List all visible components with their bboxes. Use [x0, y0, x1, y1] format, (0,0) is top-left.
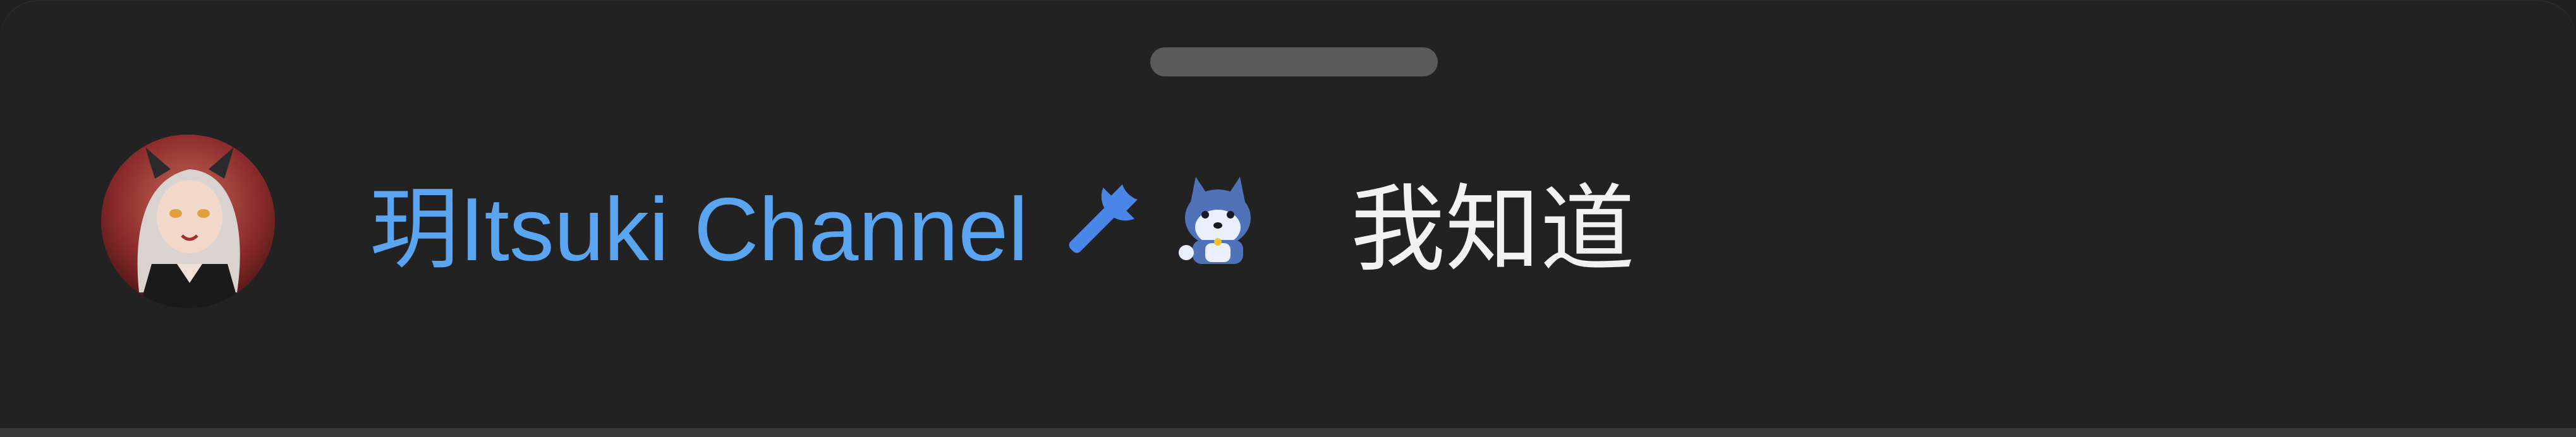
wrench-icon — [1054, 174, 1148, 268]
husky-emoji-icon — [1174, 174, 1262, 268]
avatar[interactable] — [101, 134, 275, 308]
drag-handle[interactable] — [1150, 47, 1438, 76]
comment-sheet: 玥Itsuki Channel 我知道 — [0, 0, 2576, 437]
author-name[interactable]: 玥Itsuki Channel — [370, 156, 1028, 286]
comment-row: 玥Itsuki Channel 我知道 — [101, 133, 1635, 309]
bottom-divider — [0, 428, 2576, 437]
comment-text: 我知道 — [1350, 174, 1635, 285]
avatar-image — [101, 134, 275, 308]
